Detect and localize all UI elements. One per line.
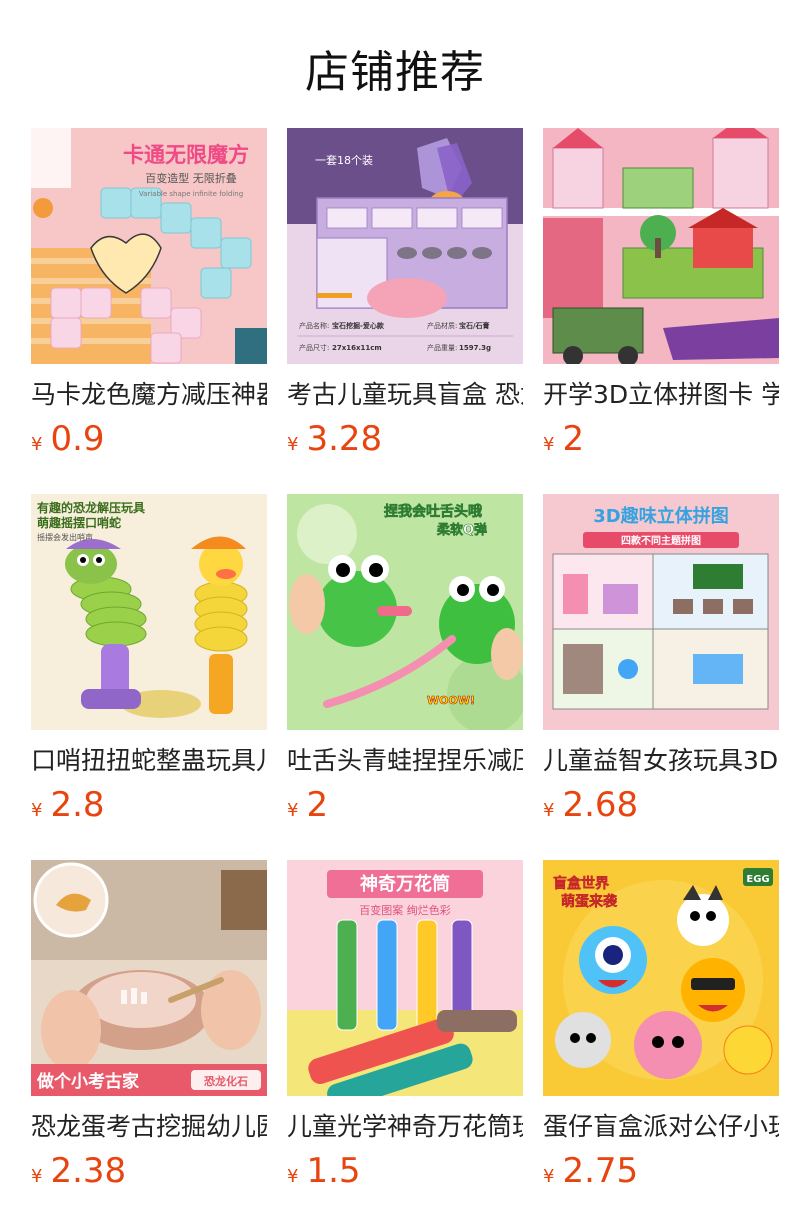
- product-price: 3.28: [306, 419, 383, 459]
- product-grid: 卡通无限魔方 百变造型 无限折叠 Variable shape infinite…: [31, 128, 790, 1192]
- kaleidoscope-toy-image: 神奇万花筒 百变图案 绚烂色彩: [287, 860, 523, 1096]
- product-title[interactable]: 吐舌头青蛙捏捏乐减压玩具: [287, 744, 523, 778]
- product-card[interactable]: 做个小考古家 恐龙化石 恐龙蛋考古挖掘幼儿园 ¥ 2.38: [31, 860, 267, 1192]
- image-caption: 产品材质:: [427, 321, 457, 330]
- price-row: ¥ 2: [287, 784, 523, 826]
- product-image[interactable]: 捏我会吐舌头哦 柔软Q弹 WOOW!: [287, 494, 523, 730]
- image-caption: 卡通无限魔方: [123, 143, 249, 167]
- product-card[interactable]: 神奇万花筒 百变图案 绚烂色彩 儿童光学神奇万花筒玩具 ¥ 1.5: [287, 860, 523, 1192]
- image-caption: 1597.3g: [459, 344, 491, 352]
- image-caption: 27x16x11cm: [332, 344, 382, 352]
- product-card[interactable]: 3D趣味立体拼图 四款不同主题拼图 儿童益智女孩玩具3D立体 ¥ 2.68: [543, 494, 779, 826]
- image-caption: 柔软Q弹: [436, 522, 487, 538]
- product-title[interactable]: 恐龙蛋考古挖掘幼儿园: [31, 1110, 267, 1144]
- currency-symbol: ¥: [543, 1166, 555, 1187]
- image-caption: 萌蛋来袭: [561, 893, 618, 910]
- currency-symbol: ¥: [31, 1166, 43, 1187]
- product-title[interactable]: 马卡龙色魔方减压神器: [31, 378, 267, 412]
- price-row: ¥ 2.68: [543, 784, 779, 826]
- image-caption: 盲盒世界: [553, 875, 610, 892]
- image-caption: 摇摆会发出哨声: [37, 532, 93, 542]
- product-price: 1.5: [306, 1151, 361, 1191]
- product-card[interactable]: 有趣的恐龙解压玩具 萌趣摇摆口哨蛇 摇摆会发出哨声 口哨扭扭蛇整蛊玩具儿童 ¥ …: [31, 494, 267, 826]
- image-caption: 产品尺寸:: [299, 343, 329, 352]
- product-card[interactable]: 一套18个装 产品名称: 宝石挖掘-爱心款 产品材质: 宝石/石膏 产品尺寸: …: [287, 128, 523, 460]
- price-row: ¥ 1.5: [287, 1150, 523, 1192]
- product-price: 2: [306, 785, 329, 825]
- image-caption: EGG: [746, 874, 769, 885]
- currency-symbol: ¥: [543, 434, 555, 455]
- shop-recommend-header: 店铺推荐: [0, 0, 790, 128]
- image-caption: 萌趣摇摆口哨蛇: [37, 515, 121, 530]
- price-row: ¥ 2: [543, 418, 779, 460]
- product-price: 2.8: [50, 785, 105, 825]
- image-caption: Variable shape infinite folding: [139, 190, 243, 198]
- product-image[interactable]: 有趣的恐龙解压玩具 萌趣摇摆口哨蛇 摇摆会发出哨声: [31, 494, 267, 730]
- currency-symbol: ¥: [31, 434, 43, 455]
- product-card[interactable]: 卡通无限魔方 百变造型 无限折叠 Variable shape infinite…: [31, 128, 267, 460]
- image-caption: 有趣的恐龙解压玩具: [37, 500, 145, 515]
- product-price: 0.9: [50, 419, 105, 459]
- image-caption: 宝石挖掘-爱心款: [332, 321, 385, 330]
- image-caption: 神奇万花筒: [360, 873, 450, 895]
- eggy-party-blind-box-image: 盲盒世界 萌蛋来袭 EGG: [543, 860, 779, 1096]
- whistle-snake-toy-image: 有趣的恐龙解压玩具 萌趣摇摆口哨蛇 摇摆会发出哨声: [31, 494, 267, 730]
- product-price: 2.68: [562, 785, 639, 825]
- product-price: 2.38: [50, 1151, 127, 1191]
- product-image[interactable]: 做个小考古家 恐龙化石: [31, 860, 267, 1096]
- product-card[interactable]: 捏我会吐舌头哦 柔软Q弹 WOOW! 吐舌头青蛙捏捏乐减压玩具 ¥ 2: [287, 494, 523, 826]
- product-image[interactable]: 卡通无限魔方 百变造型 无限折叠 Variable shape infinite…: [31, 128, 267, 364]
- image-caption: WOOW!: [427, 694, 475, 707]
- product-card[interactable]: 开学3D立体拼图卡 学生 ¥ 2: [543, 128, 779, 460]
- image-caption: 四款不同主题拼图: [621, 534, 701, 547]
- image-caption: 捏我会吐舌头哦: [384, 503, 482, 520]
- product-title[interactable]: 蛋仔盲盒派对公仔小玩具: [543, 1110, 779, 1144]
- currency-symbol: ¥: [543, 800, 555, 821]
- dinosaur-egg-dig-image: 做个小考古家 恐龙化石: [31, 860, 267, 1096]
- product-card[interactable]: 盲盒世界 萌蛋来袭 EGG 蛋仔盲盒派对公仔小玩具 ¥ 2.75: [543, 860, 779, 1192]
- product-title[interactable]: 口哨扭扭蛇整蛊玩具儿童: [31, 744, 267, 778]
- image-caption: 百变造型 无限折叠: [145, 171, 237, 185]
- image-caption: 3D趣味立体拼图: [593, 505, 728, 527]
- image-caption: 一套18个装: [315, 154, 373, 167]
- product-image[interactable]: 一套18个装 产品名称: 宝石挖掘-爱心款 产品材质: 宝石/石膏 产品尺寸: …: [287, 128, 523, 364]
- product-title[interactable]: 考古儿童玩具盲盒 恐龙: [287, 378, 523, 412]
- product-image[interactable]: 神奇万花筒 百变图案 绚烂色彩: [287, 860, 523, 1096]
- product-image[interactable]: 3D趣味立体拼图 四款不同主题拼图: [543, 494, 779, 730]
- image-caption: 恐龙化石: [204, 1074, 248, 1088]
- currency-symbol: ¥: [287, 434, 299, 455]
- image-caption: 产品名称:: [299, 321, 329, 330]
- product-title[interactable]: 儿童光学神奇万花筒玩具: [287, 1110, 523, 1144]
- price-row: ¥ 3.28: [287, 418, 523, 460]
- product-image[interactable]: 盲盒世界 萌蛋来袭 EGG: [543, 860, 779, 1096]
- image-caption: 宝石/石膏: [459, 321, 490, 330]
- image-caption: 产品重量:: [427, 343, 457, 352]
- product-title[interactable]: 开学3D立体拼图卡 学生: [543, 378, 779, 412]
- currency-symbol: ¥: [287, 1166, 299, 1187]
- gem-dig-box-image: 一套18个装 产品名称: 宝石挖掘-爱心款 产品材质: 宝石/石膏 产品尺寸: …: [287, 128, 523, 364]
- price-row: ¥ 2.8: [31, 784, 267, 826]
- product-image[interactable]: [543, 128, 779, 364]
- 3d-puzzle-castle-image: [543, 128, 779, 364]
- image-caption: 做个小考古家: [36, 1071, 139, 1092]
- price-row: ¥ 2.75: [543, 1150, 779, 1192]
- 3d-dollhouse-puzzle-image: 3D趣味立体拼图 四款不同主题拼图: [543, 494, 779, 730]
- currency-symbol: ¥: [287, 800, 299, 821]
- product-title[interactable]: 儿童益智女孩玩具3D立体: [543, 744, 779, 778]
- price-row: ¥ 0.9: [31, 418, 267, 460]
- price-row: ¥ 2.38: [31, 1150, 267, 1192]
- page-title: 店铺推荐: [305, 47, 485, 98]
- product-price: 2: [562, 419, 585, 459]
- infinity-cube-toy-image: 卡通无限魔方 百变造型 无限折叠 Variable shape infinite…: [31, 128, 267, 364]
- currency-symbol: ¥: [31, 800, 43, 821]
- squeeze-frog-toy-image: 捏我会吐舌头哦 柔软Q弹 WOOW!: [287, 494, 523, 730]
- product-price: 2.75: [562, 1151, 639, 1191]
- image-caption: 百变图案 绚烂色彩: [359, 903, 451, 917]
